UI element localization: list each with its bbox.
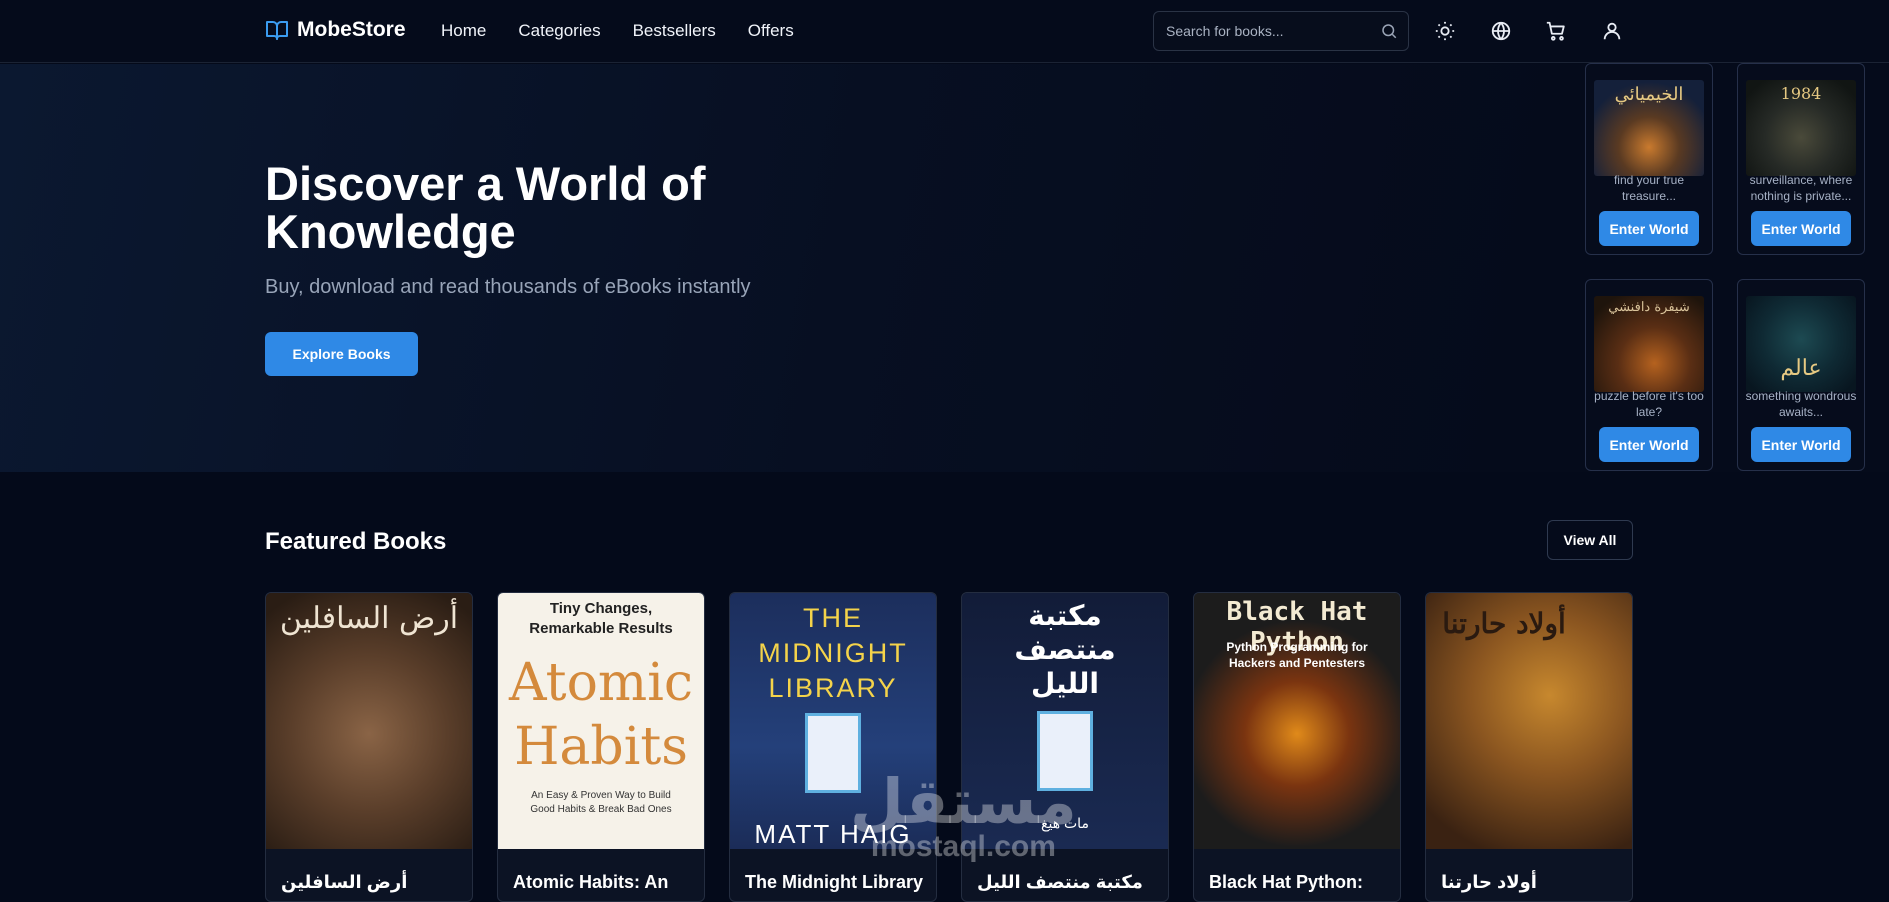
book-cover: أرض السافلين <box>266 593 472 849</box>
world-cover-image: عالم <box>1746 296 1856 392</box>
book-title: Atomic Habits: An <box>513 872 669 892</box>
logo-text: MobeStore <box>297 18 406 41</box>
world-cover-image: شيفرة دافنشي <box>1594 296 1704 392</box>
world-cover-title: عالم <box>1780 356 1822 381</box>
search-box <box>1153 11 1409 51</box>
hero-title: Discover a World of Knowledge <box>265 157 706 258</box>
book-card[interactable]: أرض السافلين أرض السافلين <box>265 592 473 902</box>
top-nav-bar: MobeStore Home Categories Bestsellers Of… <box>0 0 1889 63</box>
enter-world-button[interactable]: Enter World <box>1751 211 1851 246</box>
world-description: surveillance, where nothing is private..… <box>1749 173 1853 203</box>
cover-title: أرض السافلين <box>279 601 459 636</box>
sun-icon[interactable] <box>1434 20 1456 42</box>
book-cover: أولاد حارتنا <box>1426 593 1632 849</box>
view-all-button[interactable]: View All <box>1547 520 1633 560</box>
world-cover-title: 1984 <box>1780 84 1822 103</box>
book-title: Black Hat Python: <box>1209 872 1364 892</box>
nav-categories[interactable]: Categories <box>518 21 600 41</box>
book-title: أرض السافلين <box>281 872 408 892</box>
cover-tagline: Tiny Changes, Remarkable Results <box>529 600 673 637</box>
world-description: something wondrous awaits... <box>1745 389 1857 419</box>
logo[interactable]: MobeStore <box>265 18 406 42</box>
nav-offers[interactable]: Offers <box>748 21 794 41</box>
search-icon[interactable] <box>1380 22 1398 40</box>
world-description: puzzle before it's too late? <box>1594 389 1704 419</box>
nav-bestsellers[interactable]: Bestsellers <box>633 21 716 41</box>
hero-subtitle: Buy, download and read thousands of eBoo… <box>265 276 751 298</box>
world-cover-image: الخيميائي <box>1594 80 1704 176</box>
enter-world-button[interactable]: Enter World <box>1599 427 1699 462</box>
book-card[interactable]: Black Hat Python Python Programming for … <box>1193 592 1401 902</box>
world-card[interactable]: عالم something wondrous awaits... Enter … <box>1737 279 1865 471</box>
globe-icon[interactable] <box>1490 20 1512 42</box>
explore-books-button[interactable]: Explore Books <box>265 332 418 376</box>
book-cover: Tiny Changes, Remarkable Results Atomic … <box>498 593 704 849</box>
watermark: مستقل mostaql.com <box>850 765 1077 864</box>
cover-title: Atomic Habits <box>509 653 693 777</box>
book-open-icon <box>266 21 288 40</box>
main-nav: Home Categories Bestsellers Offers <box>441 21 794 41</box>
book-title: The Midnight Library <box>745 872 923 892</box>
world-card[interactable]: الخيميائي find your true treasure... Ent… <box>1585 63 1713 255</box>
cover-title: أولاد حارتنا <box>1442 607 1566 640</box>
watermark-latin: mostaql.com <box>870 830 1056 863</box>
enter-world-button[interactable]: Enter World <box>1599 211 1699 246</box>
cart-icon[interactable] <box>1545 20 1567 42</box>
watermark-arabic: مستقل <box>850 765 1077 838</box>
cover-subtitle: An Easy & Proven Way to Build Good Habit… <box>530 790 672 815</box>
book-card[interactable]: أولاد حارتنا أولاد حارتنا <box>1425 592 1633 902</box>
book-cover: Black Hat Python Python Programming for … <box>1194 593 1400 849</box>
world-cover-title: الخيميائي <box>1614 84 1684 105</box>
book-title: أولاد حارتنا <box>1441 872 1537 892</box>
user-icon[interactable] <box>1601 20 1623 42</box>
cover-subtitle: Python Programming for Hackers and Pente… <box>1226 640 1368 670</box>
world-card[interactable]: شيفرة دافنشي puzzle before it's too late… <box>1585 279 1713 471</box>
search-input[interactable] <box>1166 12 1371 50</box>
book-title: مكتبة منتصف الليل <box>977 872 1143 892</box>
cover-title: مكتبة منتصف الليل <box>1014 600 1116 699</box>
world-cover-title: شيفرة دافنشي <box>1608 300 1690 315</box>
world-cover-image: 1984 <box>1746 80 1856 176</box>
enter-world-button[interactable]: Enter World <box>1751 427 1851 462</box>
world-description: find your true treasure... <box>1613 173 1685 203</box>
world-card[interactable]: 1984 surveillance, where nothing is priv… <box>1737 63 1865 255</box>
book-card[interactable]: Tiny Changes, Remarkable Results Atomic … <box>497 592 705 902</box>
cover-title: THE MIDNIGHT LIBRARY <box>758 603 908 703</box>
featured-books-title: Featured Books <box>265 528 447 555</box>
nav-home[interactable]: Home <box>441 21 486 41</box>
